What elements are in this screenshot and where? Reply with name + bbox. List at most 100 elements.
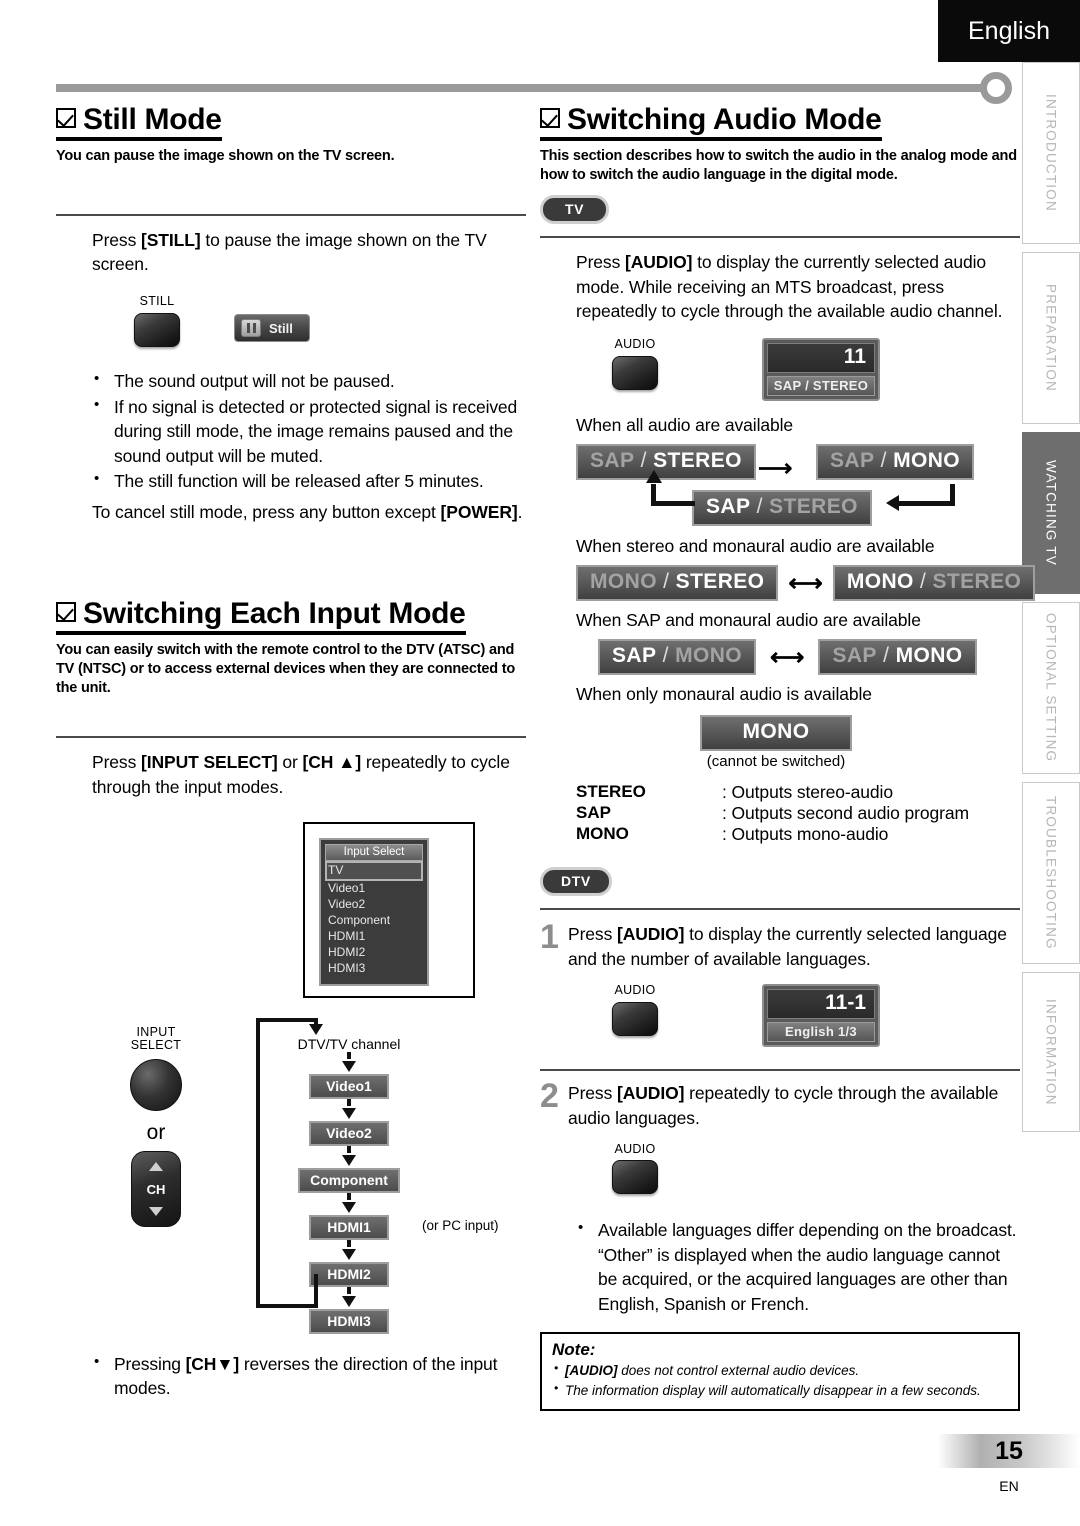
arrow-right-icon: ⟶: [758, 455, 793, 483]
still-mode-heading: Still Mode: [56, 104, 222, 141]
audio-mode-description: This section describes how to switch the…: [540, 147, 1017, 183]
osd-menu-title: Input Select: [325, 843, 423, 861]
step-1: 1 Press [AUDIO] to display the currently…: [540, 918, 1020, 972]
osd-menu-item-hdmi3[interactable]: HDMI3: [325, 961, 423, 977]
audio-mono-only: MONO (cannot be switched): [576, 715, 976, 770]
flow-chip-hdmi1: HDMI1: [309, 1214, 389, 1240]
ch-rocker-button[interactable]: CH: [131, 1151, 181, 1228]
osd-audio-mode: SAP / STEREO: [767, 376, 875, 397]
audio-button-label: AUDIO: [614, 1141, 656, 1156]
am-chip-sap-stereo-2: SAP / STEREO: [692, 490, 872, 527]
osd-menu-item-tv[interactable]: TV: [325, 860, 423, 881]
chevron-up-icon[interactable]: [149, 1162, 163, 1172]
audio-key: [AUDIO]: [625, 251, 693, 272]
sidebar-item-troubleshooting[interactable]: TROUBLESHOOTING: [1022, 782, 1080, 964]
note-box: Note: [AUDIO] does not control external …: [540, 1332, 1020, 1411]
checkbox-icon: [540, 108, 560, 128]
osd-input-select-frame: Input Select TV Video1 Video2 Component …: [303, 821, 475, 998]
input-remote-group: INPUT SELECT or CH: [56, 1014, 256, 1334]
divider: [56, 213, 526, 216]
audio-tv-instruction: Press [AUDIO] to display the currently s…: [576, 251, 1003, 322]
osd-menu-item-video1[interactable]: Video1: [325, 881, 423, 897]
instruction-pre: Press: [92, 229, 141, 250]
flow-chip-video1: Video1: [309, 1073, 389, 1099]
ch-down-key: [CH▼]: [185, 1353, 240, 1374]
or-label: or: [146, 1121, 166, 1145]
osd-still-label: Still: [269, 320, 293, 336]
osd-menu-item-component[interactable]: Component: [325, 913, 423, 929]
legend-row: STEREO : Outputs stereo-audio: [576, 782, 1020, 803]
still-remote-button[interactable]: STILL: [134, 294, 180, 348]
power-key: [POWER]: [440, 501, 518, 522]
case1-caption: When all audio are available: [576, 415, 794, 436]
audio-legend: STEREO : Outputs stereo-audio SAP : Outp…: [576, 782, 1020, 845]
loop-line: [651, 501, 695, 507]
step-number: 1: [540, 918, 559, 957]
sidebar-item-information[interactable]: INFORMATION: [1022, 972, 1080, 1132]
sidebar-item-preparation[interactable]: PREPARATION: [1022, 252, 1080, 424]
remote-key-icon[interactable]: [612, 1160, 658, 1195]
sidebar-item-introduction[interactable]: INTRODUCTION: [1022, 62, 1080, 244]
step-2: 2 Press [AUDIO] repeatedly to cycle thro…: [540, 1076, 1020, 1131]
left-column: Still Mode You can pause the image shown…: [56, 104, 526, 1402]
input-select-button-label: INPUT SELECT: [130, 1024, 182, 1053]
input-mode-instruction: Press [INPUT SELECT] or [CH ▲] repeatedl…: [92, 750, 526, 800]
badge-tv-wrap: TV: [540, 194, 1020, 224]
right-column: Switching Audio Mode This section descri…: [540, 104, 1036, 1411]
manual-page: English INTRODUCTION PREPARATION WATCHIN…: [0, 0, 1080, 1526]
step-number: 2: [540, 1076, 559, 1115]
step-1-text: Press [AUDIO] to display the currently s…: [568, 924, 1007, 970]
am-chip-mono: MONO: [700, 715, 852, 752]
osd-menu-item-hdmi2[interactable]: HDMI2: [325, 945, 423, 961]
case4-caption: When only monaural audio is available: [576, 684, 872, 705]
sidebar-item-optional-setting[interactable]: OPTIONAL SETTING: [1022, 602, 1080, 774]
osd-channel-dtv: 11-1 English 1/3: [762, 983, 880, 1047]
audio-remote-button[interactable]: AUDIO: [612, 983, 658, 1036]
input-mode-description: You can easily switch with the remote co…: [56, 641, 516, 697]
still-button-label: STILL: [139, 294, 175, 309]
audio-remote-button[interactable]: AUDIO: [612, 338, 658, 391]
arrow-up-icon: [646, 470, 662, 484]
list-item: The still function will be released afte…: [92, 468, 526, 494]
input-select-button[interactable]: [130, 1059, 182, 1112]
flow-chip-component: Component: [298, 1167, 400, 1193]
osd-language: English 1/3: [767, 1021, 875, 1042]
remote-key-icon[interactable]: [612, 356, 658, 391]
audio-button-row-dtv: AUDIO 11-1 English 1/3: [612, 983, 1020, 1047]
flow-chip-hdmi3: HDMI3: [309, 1308, 389, 1334]
still-mode-title: Still Mode: [83, 103, 222, 136]
remote-key-icon[interactable]: [134, 313, 180, 348]
instruction-pre: Press: [92, 752, 141, 773]
flow-chip-hdmi2: HDMI2: [309, 1261, 389, 1287]
divider: [540, 908, 1020, 911]
divider: [540, 1068, 1020, 1071]
remote-key-icon[interactable]: [612, 1001, 658, 1036]
am-chip-mono-stereo-1: MONO / STEREO: [576, 565, 779, 602]
audio-cycle-diagram-1: SAP / STEREO ⟶ SAP / MONO SAP / STEREO: [576, 444, 1020, 540]
legend-def: : Outputs mono-audio: [722, 824, 889, 845]
instruction-mid: or: [277, 752, 303, 773]
still-mode-description: You can pause the image shown on the TV …: [56, 147, 395, 164]
osd-channel-number: 11: [767, 343, 875, 374]
am-chip-sap-mono-1: SAP / MONO: [816, 444, 975, 481]
osd-menu-item-video2[interactable]: Video2: [325, 897, 423, 913]
cancel-pre: To cancel still mode, press any button e…: [92, 501, 441, 522]
case3-caption: When SAP and monaural audio are availabl…: [576, 610, 921, 631]
chevron-down-icon[interactable]: [149, 1206, 163, 1216]
osd-menu-item-hdmi1[interactable]: HDMI1: [325, 929, 423, 945]
osd-input-select-menu[interactable]: Input Select TV Video1 Video2 Component …: [319, 837, 429, 986]
flow-chip-video2: Video2: [309, 1120, 389, 1146]
legend-def: : Outputs second audio program: [722, 803, 970, 824]
status-badge-dtv: DTV: [540, 867, 612, 897]
note-item: [AUDIO] does not control external audio …: [552, 1361, 1008, 1380]
arrow-down-icon: [342, 1107, 356, 1119]
arrow-left-right-icon: ⟷: [788, 569, 823, 597]
audio-cycle-diagram-3: SAP / MONO ⟷ SAP / MONO: [598, 639, 1020, 676]
flow-loop-top: [256, 1017, 316, 1022]
divider: [56, 736, 526, 739]
input-mode-heading: Switching Each Input Mode: [56, 598, 466, 635]
list-item: Pressing [CH▼] reverses the direction of…: [92, 1351, 526, 1401]
note-title: Note:: [552, 1340, 596, 1360]
audio-remote-button[interactable]: AUDIO: [612, 1141, 658, 1195]
legend-row: MONO : Outputs mono-audio: [576, 824, 1020, 845]
